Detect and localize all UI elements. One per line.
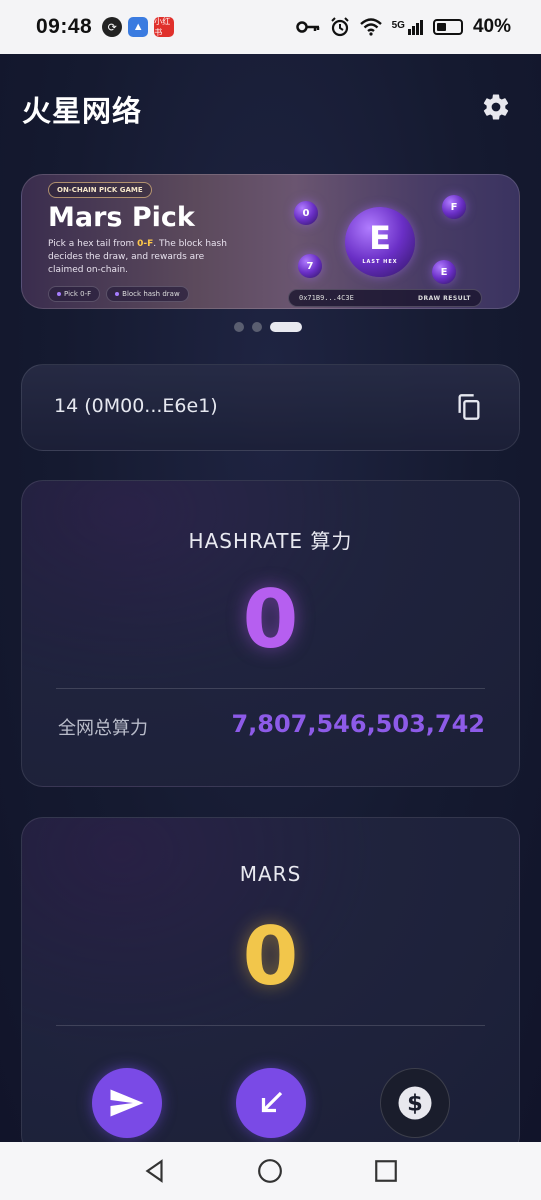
- banner-chip: Block hash draw: [106, 286, 189, 302]
- mars-pick-banner[interactable]: ON-CHAIN PICK GAME Mars Pick Pick a hex …: [21, 174, 520, 309]
- send-icon: [110, 1089, 144, 1117]
- copy-icon[interactable]: [455, 392, 483, 422]
- notification-icons: ⟳ ▲ 小红书: [102, 17, 175, 37]
- banner-tag: ON-CHAIN PICK GAME: [48, 182, 152, 198]
- mars-balance-card: MARS 0 $: [21, 817, 520, 1142]
- carousel-dot[interactable]: [234, 322, 244, 332]
- red-app-icon: 小红书: [154, 17, 175, 37]
- system-icons: 5G 40%: [295, 16, 511, 38]
- hex-orb: 7: [298, 254, 322, 278]
- wifi-icon: [359, 18, 382, 36]
- block-hash: 0x71B9...4C3E: [299, 294, 354, 302]
- divider: [56, 688, 485, 689]
- back-icon[interactable]: [142, 1158, 168, 1184]
- svg-text:$: $: [407, 1091, 423, 1117]
- network-hashrate-value: 7,807,546,503,742: [231, 710, 485, 738]
- mars-title: MARS: [239, 862, 302, 886]
- divider: [56, 1025, 485, 1026]
- draw-result-bar: 0x71B9...4C3E DRAW RESULT: [288, 289, 482, 307]
- battery-percent: 40%: [472, 16, 511, 37]
- wallet-address: 14 (0M00...E6e1): [54, 395, 218, 417]
- network-hashrate-label: 全网总算力: [58, 718, 148, 739]
- receive-icon: [261, 1091, 283, 1113]
- draw-result-label: DRAW RESULT: [417, 294, 471, 302]
- hashrate-title: HASHRATE 算力: [188, 529, 353, 553]
- carousel-dot[interactable]: [252, 322, 262, 332]
- 5g-signal-icon: 5G: [392, 19, 423, 35]
- home-icon[interactable]: [257, 1158, 283, 1184]
- banner-chips: Pick 0-F Block hash draw: [48, 286, 189, 302]
- send-button[interactable]: [92, 1068, 162, 1138]
- hex-orb: 0: [294, 201, 318, 225]
- receive-button[interactable]: [236, 1068, 306, 1138]
- dollar-icon: $: [398, 1086, 432, 1120]
- recents-icon[interactable]: [373, 1158, 399, 1184]
- status-time: 09:48: [36, 15, 93, 38]
- hashrate-value: 0: [242, 573, 299, 666]
- banner-title: Mars Pick: [48, 202, 195, 233]
- battery-icon: [432, 19, 463, 35]
- status-bar: 09:48 ⟳ ▲ 小红书 5G 40%: [0, 0, 541, 54]
- last-hex-orb: E LAST HEX: [345, 207, 415, 277]
- app-title: 火星网络: [22, 94, 143, 128]
- banner-chip: Pick 0-F: [48, 286, 101, 302]
- carousel-dot-active[interactable]: [270, 322, 302, 332]
- hashrate-card: HASHRATE 算力 0 全网总算力 7,807,546,503,742: [21, 480, 520, 787]
- alarm-icon: [330, 17, 349, 37]
- wallet-address-card: 14 (0M00...E6e1): [21, 364, 520, 451]
- system-nav-bar: [0, 1142, 541, 1200]
- hex-orb: F: [442, 195, 466, 219]
- key-icon: [295, 21, 319, 33]
- carousel-indicator: [234, 322, 302, 332]
- mars-balance: 0: [242, 910, 299, 1003]
- sync-icon: ⟳: [102, 17, 123, 37]
- hex-orb: E: [432, 260, 456, 284]
- banner-description: Pick a hex tail from 0-F. The block hash…: [48, 239, 227, 275]
- app-screen: 火星网络 ON-CHAIN PICK GAME Mars Pick Pick a…: [0, 54, 541, 1142]
- gear-icon[interactable]: [481, 92, 511, 122]
- app-icon: ▲: [128, 17, 149, 37]
- buy-button[interactable]: $: [380, 1068, 450, 1138]
